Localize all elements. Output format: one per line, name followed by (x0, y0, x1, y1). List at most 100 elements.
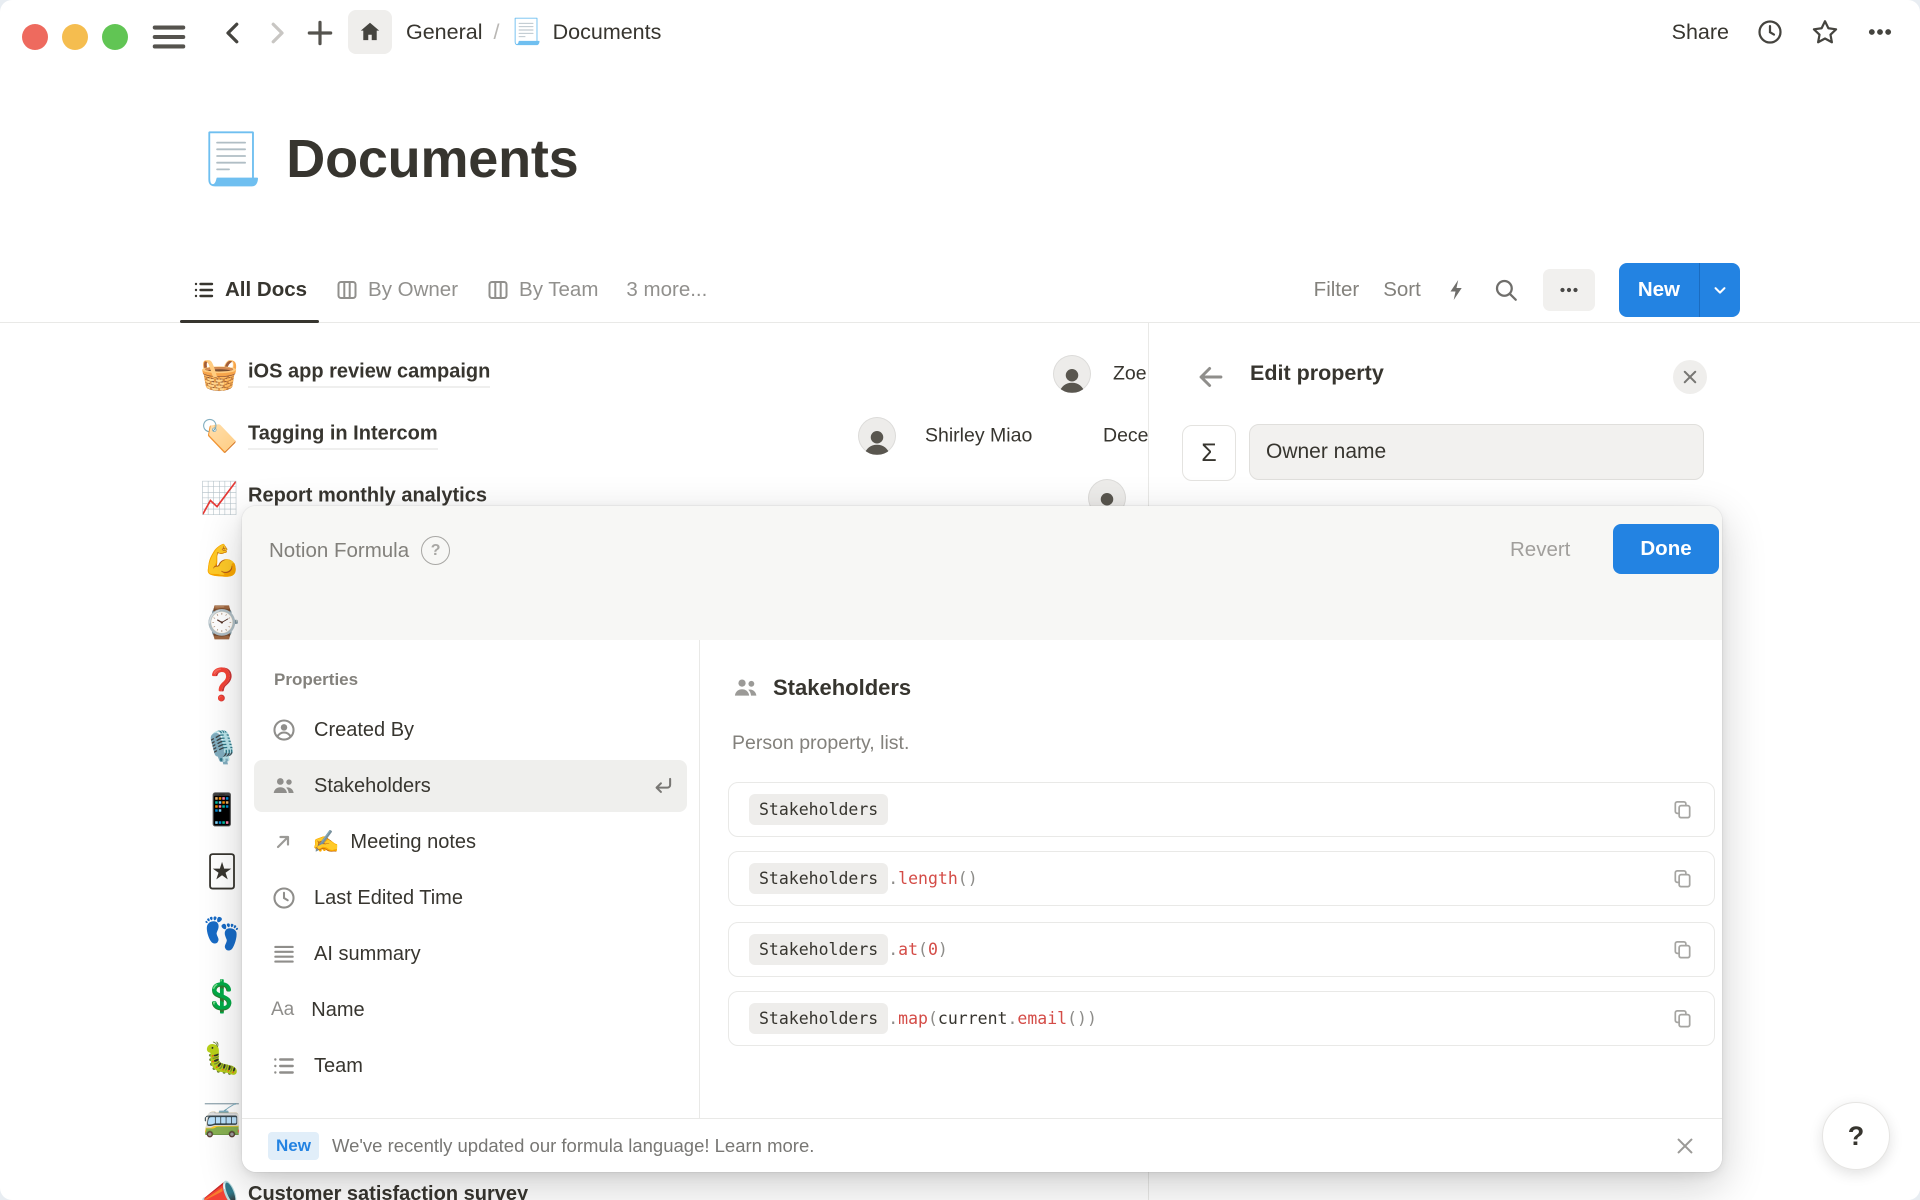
property-type-button[interactable]: Σ (1182, 425, 1236, 481)
panel-close-icon[interactable] (1673, 360, 1707, 394)
property-item-ai-summary[interactable]: AI summary (254, 928, 687, 980)
copy-icon[interactable] (1671, 798, 1694, 821)
property-item-created-by[interactable]: Created By (254, 704, 687, 756)
sort-button[interactable]: Sort (1383, 278, 1421, 302)
tab-more-views[interactable]: 3 more... (612, 258, 721, 322)
code-token: () (958, 869, 978, 888)
formula-help-icon[interactable]: ? (421, 536, 450, 565)
row-emoji: 📣 (200, 1180, 239, 1200)
traffic-close-button[interactable] (22, 24, 48, 50)
board-view-icon (335, 278, 359, 302)
row-emoji: 📱 (202, 794, 242, 825)
property-item-last-edited-time[interactable]: Last Edited Time (254, 872, 687, 924)
page-title[interactable]: Documents (286, 128, 578, 190)
done-button[interactable]: Done (1613, 524, 1719, 574)
view-toolbar: Filter Sort New (1314, 258, 1740, 322)
code-token: ( (918, 940, 928, 959)
property-label: Last Edited Time (314, 887, 463, 910)
code-token: 0 (928, 940, 938, 959)
tab-by-team[interactable]: By Team (472, 258, 612, 322)
panel-back-icon[interactable] (1194, 360, 1228, 394)
row-emoji: 👣 (202, 918, 242, 949)
breadcrumb: General / 📃 Documents (406, 0, 661, 64)
table-row[interactable]: 📣 Customer satisfaction survey (0, 1168, 1148, 1200)
copy-icon[interactable] (1671, 938, 1694, 961)
formula-example[interactable]: Stakeholders.length() (728, 851, 1715, 906)
new-badge: New (268, 1132, 319, 1160)
formula-detail-panel: Stakeholders Person property, list. Stak… (700, 640, 1722, 1118)
property-token: Stakeholders (749, 934, 888, 965)
formula-example[interactable]: Stakeholders.at(0) (728, 922, 1715, 977)
window-titlebar: General / 📃 Documents Share (0, 0, 1920, 64)
traffic-zoom-button[interactable] (102, 24, 128, 50)
breadcrumb-separator: / (494, 20, 500, 45)
back-icon[interactable] (218, 18, 248, 48)
question-mark-icon: ? (1848, 1121, 1865, 1152)
bullet-list-icon (271, 1053, 297, 1079)
property-label: Name (311, 999, 364, 1022)
row-emoji: ❓ (202, 669, 242, 700)
revert-button[interactable]: Revert (1510, 538, 1570, 562)
tab-by-owner[interactable]: By Owner (321, 258, 472, 322)
filter-button[interactable]: Filter (1314, 278, 1360, 302)
property-item-team[interactable]: Team (254, 1040, 687, 1092)
tab-label: By Team (519, 278, 598, 302)
copy-icon[interactable] (1671, 1007, 1694, 1030)
row-title[interactable]: Tagging in Intercom (248, 423, 438, 450)
page-header: 📃 Documents (200, 128, 579, 190)
updates-clock-icon[interactable] (1756, 18, 1784, 46)
property-name-input[interactable] (1249, 424, 1704, 480)
automation-bolt-icon[interactable] (1445, 278, 1469, 302)
breadcrumb-workspace[interactable]: General (406, 20, 483, 45)
row-title[interactable]: Customer satisfaction survey (248, 1183, 528, 1200)
new-button[interactable]: New (1619, 263, 1699, 317)
more-options-icon[interactable] (1866, 18, 1894, 46)
code-token: email (1017, 1009, 1067, 1028)
row-title[interactable]: iOS app review campaign (248, 361, 490, 388)
help-button[interactable]: ? (1822, 1102, 1890, 1170)
property-item-stakeholders[interactable]: Stakeholders (254, 760, 687, 812)
banner-close-icon[interactable] (1674, 1135, 1696, 1157)
copy-icon[interactable] (1671, 867, 1694, 890)
text-lines-icon (271, 941, 297, 967)
new-dropdown-chevron-icon[interactable] (1699, 263, 1740, 317)
property-label: Meeting notes (350, 831, 476, 854)
home-button[interactable] (348, 10, 392, 54)
page-icon[interactable]: 📃 (200, 134, 262, 184)
breadcrumb-page[interactable]: Documents (553, 20, 662, 45)
traffic-minimize-button[interactable] (62, 24, 88, 50)
properties-heading: Properties (274, 670, 687, 690)
code-token: ) (938, 940, 948, 959)
avatar (1053, 355, 1091, 393)
row-emoji: 🎙️ (202, 732, 242, 763)
formula-example[interactable]: Stakeholders (728, 782, 1715, 837)
detail-header: Stakeholders (732, 674, 911, 702)
edit-property-title: Edit property (1250, 361, 1384, 386)
share-button[interactable]: Share (1672, 20, 1729, 45)
search-icon[interactable] (1493, 277, 1519, 303)
formula-example[interactable]: Stakeholders.map(current.email()) (728, 991, 1715, 1046)
tab-all-docs[interactable]: All Docs (178, 258, 321, 322)
favorite-star-icon[interactable] (1811, 18, 1839, 46)
property-item-meeting-notes[interactable]: ✍️ Meeting notes (254, 816, 687, 868)
view-options-icon[interactable] (1543, 269, 1595, 311)
person-cell[interactable]: Shirley Miao (925, 425, 1032, 448)
sidebar-menu-icon[interactable] (150, 22, 188, 52)
property-item-name[interactable]: Aa Name (254, 984, 687, 1036)
new-page-plus-icon[interactable] (304, 17, 336, 49)
avatar (858, 417, 896, 455)
sigma-formula-icon: Σ (1201, 439, 1216, 468)
person-cell[interactable]: Zoe (1113, 363, 1147, 386)
list-view-icon (192, 278, 216, 302)
table-row[interactable]: 🏷️ Tagging in Intercom Shirley Miao Dece (0, 405, 1148, 467)
forward-icon[interactable] (262, 18, 292, 48)
formula-update-banner: New We've recently updated our formula l… (242, 1118, 1722, 1172)
property-token: Stakeholders (749, 1003, 888, 1034)
table-row[interactable]: 🧺 iOS app review campaign Zoe (0, 343, 1148, 405)
date-cell[interactable]: Dece (1103, 425, 1148, 448)
people-icon (271, 773, 297, 799)
property-token: Stakeholders (749, 794, 888, 825)
detail-title: Stakeholders (773, 675, 911, 701)
formula-input-area[interactable]: Notion Formula ? Revert Done (242, 506, 1722, 641)
view-tabs-bar: All Docs By Owner By Team 3 more... Filt… (0, 258, 1920, 323)
